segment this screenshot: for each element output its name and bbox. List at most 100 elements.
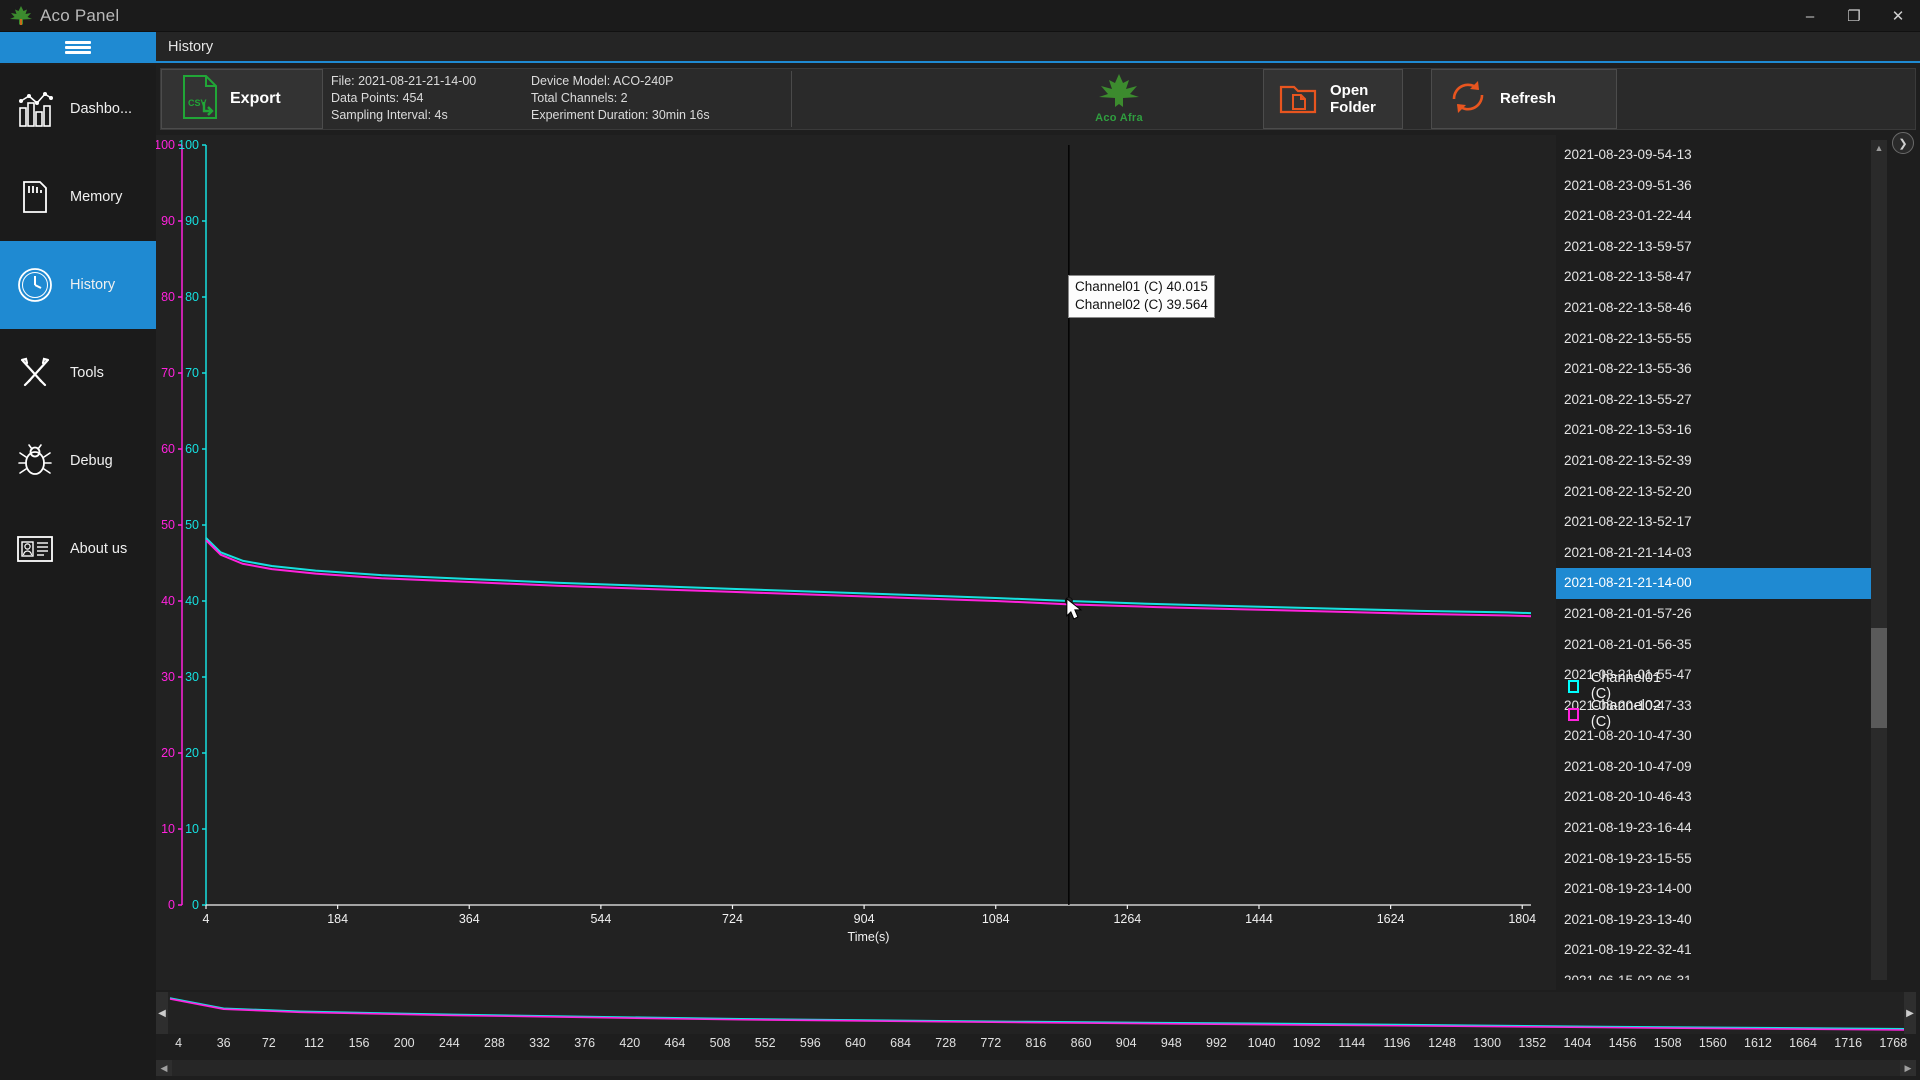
close-button[interactable]: ✕ (1876, 0, 1920, 32)
list-item[interactable]: 2021-08-22-13-55-27 (1556, 385, 1871, 416)
navigator-tick: 112 (303, 1036, 324, 1050)
legend-label: Channel02 (C) (1590, 698, 1662, 730)
list-item[interactable]: 2021-08-19-22-32-41 (1556, 935, 1871, 966)
clock-icon (12, 262, 58, 308)
horizontal-scrollbar[interactable]: ◀ ▶ (156, 1060, 1916, 1076)
navigator-tick-labels: 4 36 72 112 156 200 244 288 332 376 420 464 508 552 59… (156, 1036, 1916, 1058)
file-list-scrollbar-thumb[interactable] (1871, 628, 1887, 728)
info-value: 2 (620, 91, 628, 105)
info-label: File: (331, 74, 355, 88)
list-item[interactable]: 2021-08-19-23-14-00 (1556, 874, 1871, 905)
svg-text:1264: 1264 (1113, 912, 1141, 926)
navigator-tick: 684 (890, 1036, 911, 1050)
legend-item-channel02[interactable]: Channel02 (C) (1568, 698, 1663, 730)
navigator-sparkline (169, 997, 1905, 1031)
navigator-tick: 1716 (1834, 1036, 1863, 1050)
list-item[interactable]: 2021-08-22-13-59-57 (1556, 232, 1871, 263)
tab-history[interactable]: History (168, 32, 213, 63)
svg-text:30: 30 (161, 670, 175, 684)
scroll-right-icon[interactable]: ▶ (1900, 1060, 1916, 1076)
file-list-scrollbar[interactable]: ▲ (1871, 140, 1887, 980)
navigator-tick: 1508 (1653, 1036, 1682, 1050)
navigator-tick: 904 (1115, 1036, 1137, 1050)
list-item[interactable]: 2021-08-21-21-14-03 (1556, 538, 1871, 569)
open-folder-label-line1: Open (1330, 81, 1369, 99)
list-item[interactable]: 2021-08-19-23-16-44 (1556, 813, 1871, 844)
maple-leaf-logo-icon (1097, 74, 1141, 113)
svg-text:1624: 1624 (1377, 912, 1405, 926)
maple-leaf-icon (8, 5, 34, 27)
navigator-tick: 464 (664, 1036, 686, 1050)
navigator-tick: 1300 (1473, 1036, 1502, 1050)
list-item[interactable]: 2021-08-22-13-55-36 (1556, 354, 1871, 385)
svg-text:544: 544 (590, 912, 611, 926)
list-item[interactable]: 2021-08-22-13-55-55 (1556, 324, 1871, 355)
sidebar-item-history[interactable]: History (0, 241, 156, 329)
tooltip-line-channel02: Channel02 (C) 39.564 (1075, 296, 1208, 312)
list-item[interactable]: 2021-08-22-13-58-46 (1556, 293, 1871, 324)
csv-file-icon: CSV (176, 72, 224, 127)
chevron-right-icon[interactable]: ▶ (1904, 992, 1916, 1034)
chart-legend: Channel01 (C) Channel02 (C) (1568, 670, 1663, 730)
list-item[interactable]: 2021-08-22-13-52-20 (1556, 477, 1871, 508)
range-navigator[interactable]: ◀ ▶ 4 36 72 112 156 200 244 288 332 376 420 464 508 5… (156, 992, 1916, 1080)
svg-text:40: 40 (161, 594, 175, 608)
sidebar-item-dashboard[interactable]: Dashbo... (0, 65, 156, 153)
refresh-button[interactable]: Refresh (1431, 69, 1617, 129)
list-item[interactable]: 2021-08-19-23-13-40 (1556, 905, 1871, 936)
list-item[interactable]: 2021-06-15-02-06-31 (1556, 966, 1871, 980)
chevron-right-icon[interactable]: ❯ (1892, 132, 1914, 154)
navigator-tick: 772 (980, 1036, 1002, 1050)
navigator-tick: 1664 (1789, 1036, 1817, 1050)
info-device-model: Device Model: ACO-240P (531, 74, 781, 91)
chart-area[interactable]: 0 0 10 10 20 20 30 30 40 40 50 50 60 60 70 70 80 80 90 90 10… (156, 135, 1661, 990)
svg-text:20: 20 (161, 746, 175, 760)
sidebar-item-debug[interactable]: Debug (0, 417, 156, 505)
list-item[interactable]: 2021-08-23-01-22-44 (1556, 201, 1871, 232)
list-item[interactable]: 2021-08-21-01-57-26 (1556, 599, 1871, 630)
svg-text:90: 90 (161, 214, 175, 228)
open-folder-button[interactable]: Open Folder (1263, 69, 1403, 129)
history-line-chart[interactable]: 0 0 10 10 20 20 30 30 40 40 50 50 60 60 70 70 80 80 90 90 10… (156, 135, 1556, 990)
list-item[interactable]: 2021-08-22-13-53-16 (1556, 415, 1871, 446)
open-folder-label: Open Folder (1330, 82, 1376, 117)
list-item[interactable]: 2021-08-22-13-52-17 (1556, 507, 1871, 538)
legend-swatch-channel02 (1568, 707, 1579, 721)
history-file-list[interactable]: 2021-08-23-09-54-13 2021-08-23-09-51-36 20… (1556, 140, 1871, 980)
sidebar-item-tools[interactable]: Tools (0, 329, 156, 417)
sidebar-item-label: About us (70, 541, 128, 557)
chevron-left-icon[interactable]: ◀ (156, 992, 168, 1034)
refresh-label: Refresh (1500, 90, 1556, 108)
navigator-tick: 332 (529, 1036, 550, 1050)
refresh-circular-arrows-icon (1446, 77, 1490, 122)
list-item[interactable]: 2021-08-22-13-58-47 (1556, 262, 1871, 293)
svg-text:Time(s): Time(s) (848, 930, 890, 944)
maximize-button[interactable]: ❐ (1832, 0, 1876, 32)
list-item[interactable]: 2021-08-20-10-46-43 (1556, 782, 1871, 813)
list-item[interactable]: 2021-08-20-10-47-09 (1556, 752, 1871, 783)
navigator-preview[interactable]: ◀ ▶ (156, 992, 1916, 1034)
cursor-tooltip: Channel01 (C) 40.015 Channel02 (C) 39.56… (1068, 275, 1215, 318)
sidebar-item-about-us[interactable]: About us (0, 505, 156, 593)
list-item[interactable]: 2021-08-23-09-54-13 (1556, 140, 1871, 171)
svg-text:364: 364 (459, 912, 480, 926)
dashboard-chart-icon (12, 86, 58, 132)
scroll-left-icon[interactable]: ◀ (156, 1060, 172, 1076)
minimize-button[interactable]: – (1788, 0, 1832, 32)
info-label: Experiment Duration: (531, 108, 649, 122)
export-button[interactable]: CSV Export (161, 69, 323, 129)
navigator-tick: 860 (1070, 1036, 1092, 1050)
legend-item-channel01[interactable]: Channel01 (C) (1568, 670, 1663, 702)
sd-card-icon (12, 174, 58, 220)
list-item[interactable]: 2021-08-22-13-52-39 (1556, 446, 1871, 477)
sidebar-item-label: Debug (70, 453, 113, 469)
sidebar-item-memory[interactable]: Memory (0, 153, 156, 241)
list-item[interactable]: 2021-08-21-21-14-00 (1556, 568, 1871, 599)
list-item[interactable]: 2021-08-23-09-51-36 (1556, 171, 1871, 202)
svg-text:70: 70 (185, 366, 199, 380)
hamburger-menu-icon[interactable] (0, 32, 156, 63)
list-item[interactable]: 2021-08-21-01-56-35 (1556, 630, 1871, 661)
list-item[interactable]: 2021-08-19-23-15-55 (1556, 844, 1871, 875)
chevron-up-icon[interactable]: ▲ (1871, 140, 1887, 156)
navigator-tick: 1560 (1698, 1036, 1727, 1050)
